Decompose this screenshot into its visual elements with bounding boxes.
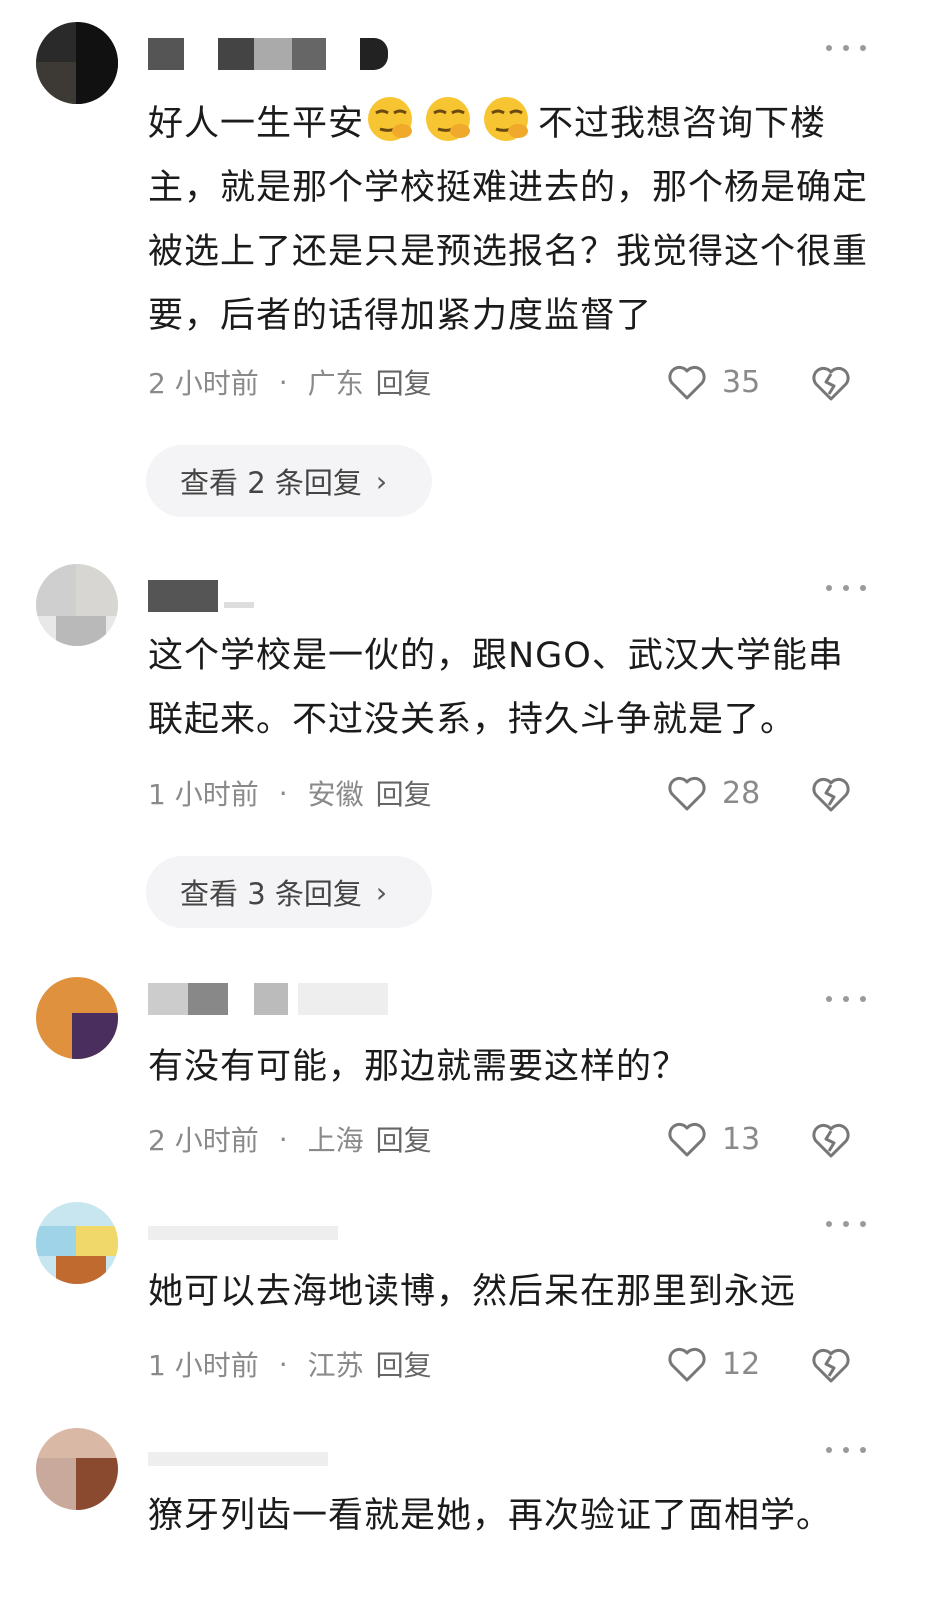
reply-button[interactable]: 回复 bbox=[376, 773, 432, 813]
username-redacted[interactable] bbox=[148, 1208, 428, 1248]
view-replies-button[interactable]: 查看 2 条回复 › bbox=[146, 445, 432, 517]
comment-location: 安徽 bbox=[307, 778, 364, 811]
more-dots-icon[interactable] bbox=[826, 1214, 866, 1234]
broken-heart-icon[interactable] bbox=[810, 1344, 852, 1386]
separator-dot: · bbox=[278, 1347, 288, 1381]
like-button[interactable]: 28 bbox=[666, 771, 760, 815]
like-count: 13 bbox=[722, 1121, 761, 1157]
more-dots-icon[interactable] bbox=[826, 1440, 866, 1460]
comment-location: 上海 bbox=[307, 1124, 364, 1157]
smirk-emoji-icon bbox=[484, 97, 529, 141]
separator-dot: · bbox=[278, 776, 288, 810]
heart-outline-icon bbox=[668, 365, 706, 400]
comment-text: 好人一生平安 不过我想咨询下楼主，就是那个学校挺难进去的，那个杨是确定被选上了还是… bbox=[148, 92, 878, 348]
avatar[interactable] bbox=[36, 22, 118, 104]
like-button[interactable]: 13 bbox=[666, 1117, 760, 1161]
like-count: 28 bbox=[722, 775, 761, 811]
comment-meta: 2 小时前 · 上海 回复 bbox=[148, 1119, 432, 1159]
avatar[interactable] bbox=[36, 1202, 118, 1284]
chevron-right-icon: › bbox=[375, 875, 388, 909]
comment-text: 有没有可能，那边就需要这样的？ bbox=[148, 1035, 878, 1099]
like-button[interactable]: 35 bbox=[666, 360, 760, 404]
comment-item: 她可以去海地读博，然后呆在那里到永远 1 小时前 · 江苏 回复 12 bbox=[0, 1180, 926, 1405]
view-replies-button[interactable]: 查看 3 条回复 › bbox=[146, 856, 432, 928]
more-dots-icon[interactable] bbox=[826, 989, 866, 1009]
reply-button[interactable]: 回复 bbox=[376, 1344, 432, 1384]
like-button[interactable]: 12 bbox=[666, 1342, 760, 1386]
view-replies-label: 查看 2 条回复 bbox=[180, 466, 362, 500]
broken-heart-icon[interactable] bbox=[810, 362, 852, 404]
more-dots-icon[interactable] bbox=[826, 578, 866, 598]
chevron-right-icon: › bbox=[375, 464, 388, 498]
smirk-emoji-icon bbox=[368, 97, 413, 141]
comment-body: 獠牙列齿一看就是她，再次验证了面相学。 bbox=[148, 1496, 833, 1536]
separator-dot: · bbox=[278, 1122, 288, 1156]
like-count: 12 bbox=[722, 1346, 761, 1382]
broken-heart-icon[interactable] bbox=[810, 1119, 852, 1161]
heart-outline-icon bbox=[668, 1347, 706, 1382]
reply-button[interactable]: 回复 bbox=[376, 362, 432, 402]
comment-body: 有没有可能，那边就需要这样的？ bbox=[148, 1047, 689, 1087]
comment-location: 广东 bbox=[307, 367, 364, 400]
heart-outline-icon bbox=[668, 1122, 706, 1157]
comment-prefix: 好人一生平安 bbox=[148, 104, 365, 144]
smirk-emoji-icon bbox=[426, 97, 471, 141]
comment-body: 她可以去海地读博，然后呆在那里到永远 bbox=[148, 1272, 797, 1312]
username-redacted[interactable] bbox=[148, 34, 428, 74]
avatar[interactable] bbox=[36, 977, 118, 1059]
username-redacted[interactable] bbox=[148, 979, 428, 1019]
username-redacted[interactable] bbox=[148, 576, 428, 616]
username-redacted[interactable] bbox=[148, 1434, 428, 1474]
separator-dot: · bbox=[278, 365, 288, 399]
comment-text: 獠牙列齿一看就是她，再次验证了面相学。 bbox=[148, 1484, 878, 1548]
comment-time: 2 小时前 bbox=[148, 367, 259, 400]
broken-heart-icon[interactable] bbox=[810, 773, 852, 815]
avatar[interactable] bbox=[36, 564, 118, 646]
view-replies-label: 查看 3 条回复 bbox=[180, 877, 362, 911]
comment-time: 1 小时前 bbox=[148, 1349, 259, 1382]
comment-time: 2 小时前 bbox=[148, 1124, 259, 1157]
comment-time: 1 小时前 bbox=[148, 778, 259, 811]
heart-outline-icon bbox=[668, 776, 706, 811]
reply-button[interactable]: 回复 bbox=[376, 1119, 432, 1159]
like-count: 35 bbox=[722, 364, 761, 400]
avatar[interactable] bbox=[36, 1428, 118, 1510]
comment-item: 有没有可能，那边就需要这样的？ 2 小时前 · 上海 回复 13 bbox=[0, 955, 926, 1175]
comment-meta: 1 小时前 · 江苏 回复 bbox=[148, 1344, 432, 1384]
comment-meta: 2 小时前 · 广东 回复 bbox=[148, 362, 432, 402]
comment-item: 好人一生平安 不过我想咨询下楼主，就是那个学校挺难进去的，那个杨是确定被选上了还是… bbox=[0, 0, 926, 530]
comment-location: 江苏 bbox=[307, 1349, 364, 1382]
comment-body: 这个学校是一伙的，跟NGO、武汉大学能串联起来。不过没关系，持久斗争就是了。 bbox=[148, 636, 844, 740]
comment-item: 獠牙列齿一看就是她，再次验证了面相学。 bbox=[0, 1408, 926, 1605]
comment-text: 这个学校是一伙的，跟NGO、武汉大学能串联起来。不过没关系，持久斗争就是了。 bbox=[148, 624, 878, 752]
comment-text: 她可以去海地读博，然后呆在那里到永远 bbox=[148, 1260, 878, 1324]
comment-meta: 1 小时前 · 安徽 回复 bbox=[148, 773, 432, 813]
more-dots-icon[interactable] bbox=[826, 38, 866, 58]
comment-item: 这个学校是一伙的，跟NGO、武汉大学能串联起来。不过没关系，持久斗争就是了。 1… bbox=[0, 540, 926, 940]
